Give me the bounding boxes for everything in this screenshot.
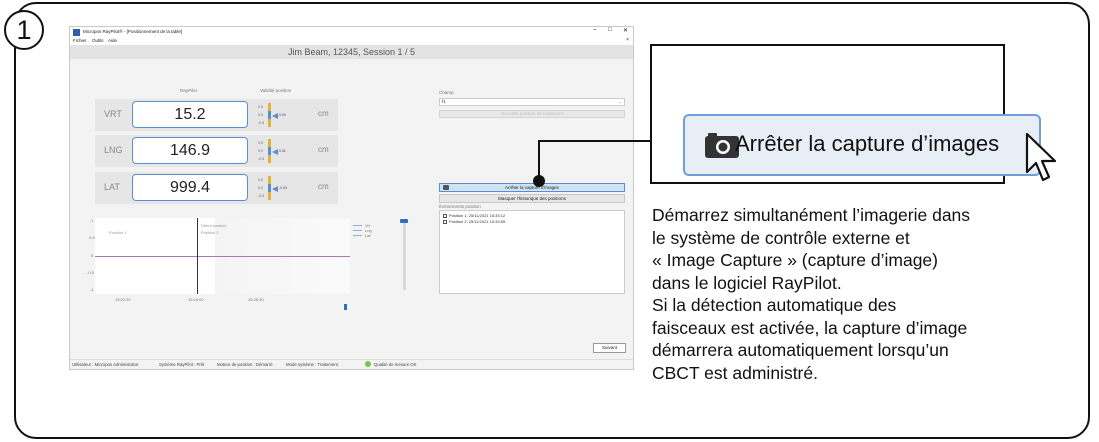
field-select[interactable]: f1 ⌄: [439, 98, 625, 106]
instruction-line: CBCT est administré.: [652, 362, 818, 383]
gauge-pointer-icon: [272, 186, 278, 192]
list-item[interactable]: Position 2: 25/11/2021 15:33:59: [443, 219, 505, 224]
menu-bar: Fichier Outils Aide ×: [70, 37, 633, 45]
step-number-badge: 1: [4, 10, 44, 50]
chart-time-cursor: [197, 218, 198, 294]
y-tick: -1: [90, 287, 94, 292]
position-row-lat: LAT 999.4 0.5 0.0 -0.5 -0.03 cm: [95, 172, 338, 204]
time-scroll-thumb[interactable]: [344, 304, 347, 310]
session-header: Jim Beam, 12345, Session 1 / 5: [70, 45, 633, 59]
stop-capture-label: Arrêter la capture d'images: [505, 185, 559, 190]
raypilot-column-header: RayPilot: [180, 88, 197, 93]
field-label: Champ: [439, 90, 454, 95]
stop-capture-button[interactable]: Arrêter la capture d'images: [439, 183, 625, 192]
status-user: Utilisateur : Micropos Administrator: [72, 362, 139, 367]
gauge-value: 0.01: [279, 149, 286, 153]
status-quality: Qualité de mesure OK: [374, 362, 417, 367]
zoom-slider-track[interactable]: [403, 222, 406, 290]
y-tick: 0.5: [89, 235, 95, 240]
instruction-line: Si la détection automatique des: [652, 295, 897, 315]
position-row-vrt: VRT 15.2 0.5 0.0 -0.5 0.00 cm: [95, 99, 338, 131]
status-motor: Moteur de position : Démarré: [217, 362, 273, 367]
gauge-bar: [268, 103, 271, 127]
events-label: Événements position: [439, 204, 481, 209]
validity-gauge: 0.5 0.0 -0.5 0.01: [258, 139, 304, 163]
instruction-line: démarrera automatiquement lorsqu’un: [652, 340, 949, 360]
status-mode: Mode système : Traitement: [286, 362, 338, 367]
gauge-ticks: 0.5 0.0 -0.5: [258, 105, 265, 125]
status-bar: Utilisateur : Micropos Administrator Sys…: [70, 359, 633, 369]
axis-label: LAT: [104, 182, 120, 192]
status-system: Système RayPilot : Prêt: [159, 362, 205, 367]
instruction-line: « Image Capture » (capture d’image): [652, 250, 938, 270]
chart-annotation-position1: Position 1: [109, 230, 127, 235]
title-bar: Micropos RayPilot® - [Positionnement de …: [70, 27, 633, 37]
events-list: Position 1: 25/11/2021 15:33:12 Position…: [439, 210, 625, 294]
new-position-button[interactable]: Nouvelle position de traitement: [439, 110, 625, 118]
gauge-value: 0.00: [279, 113, 286, 117]
menu-fichier[interactable]: Fichier: [73, 38, 87, 43]
camera-icon: [443, 185, 449, 190]
next-button[interactable]: Suivant: [593, 343, 626, 353]
instruction-line: faisceaux est activée, la capture d’imag…: [652, 317, 968, 338]
position-value-field: 15.2: [132, 101, 248, 128]
callout-connector-horizontal: [538, 140, 650, 142]
event-checkbox[interactable]: [443, 219, 447, 224]
unit-label: cm: [318, 109, 329, 118]
axis-label: VRT: [104, 109, 122, 119]
chart-annotation-position2: Position 2: [201, 230, 219, 235]
instruction-line: Démarrez simultanément l’imagerie dans: [652, 205, 971, 225]
menu-aide[interactable]: Aide: [108, 38, 117, 43]
y-tick: 0: [91, 253, 94, 258]
instruction-line: dans le logiciel RayPilot.: [652, 272, 842, 293]
chevron-down-icon: ⌄: [618, 99, 622, 104]
hide-history-button[interactable]: Masquer l'historique des positions: [439, 194, 625, 203]
window-title: Micropos RayPilot® - [Positionnement de …: [83, 29, 183, 34]
gauge-bar: [268, 139, 271, 163]
position-row-lng: LNG 146.9 0.5 0.0 -0.5 0.01 cm: [95, 135, 338, 167]
gauge-value: -0.03: [279, 186, 287, 190]
hand-cursor-icon: [1025, 132, 1057, 182]
zoomed-button-label: Arrêter la capture d’images: [735, 131, 1000, 156]
gauge-ticks: 0.5 0.0 -0.5: [258, 178, 265, 198]
position-value-field: 999.4: [132, 174, 248, 201]
x-tick: 15:24:00: [188, 297, 204, 302]
validity-column-header: Validité position: [260, 88, 292, 93]
position-history-chart: Position 1 Début position Position 2 1 0…: [87, 218, 350, 294]
gauge-bar: [268, 176, 271, 200]
validity-gauge: 0.5 0.0 -0.5 0.00: [258, 103, 304, 127]
zoomed-stop-capture-button[interactable]: Arrêter la capture d’images: [683, 114, 1041, 176]
validity-gauge: 0.5 0.0 -0.5 -0.03: [258, 176, 304, 200]
close-document-button[interactable]: ×: [626, 37, 629, 43]
gauge-pointer-icon: [272, 149, 278, 155]
x-tick: 15:25:30: [248, 297, 264, 302]
minimize-button[interactable]: –: [593, 27, 596, 33]
gauge-ticks: 0.5 0.0 -0.5: [258, 141, 265, 161]
x-tick: 15:22:30: [115, 297, 131, 302]
legend-lat: Lat: [353, 233, 372, 238]
quality-ok-icon: [365, 361, 371, 367]
chart-legend: Vrt Lng Lat: [353, 223, 372, 238]
raypilot-app-window: Micropos RayPilot® - [Positionnement de …: [69, 26, 634, 370]
menu-outils[interactable]: Outils: [92, 38, 104, 43]
instruction-text: Démarrez simultanément l’imagerie dans l…: [652, 204, 1062, 384]
event-checkbox[interactable]: [443, 213, 447, 218]
maximize-button[interactable]: □: [608, 27, 612, 33]
list-item[interactable]: Position 1: 25/11/2021 15:33:12: [443, 213, 505, 218]
axis-label: LNG: [104, 145, 123, 155]
app-icon: [73, 29, 80, 36]
position-value-field: 146.9: [132, 137, 248, 164]
unit-label: cm: [318, 182, 329, 191]
y-tick: 1: [91, 218, 94, 223]
unit-label: cm: [318, 145, 329, 154]
chart-series-line: [95, 256, 350, 257]
y-tick: -0.5: [87, 270, 94, 275]
zoom-slider-thumb[interactable]: [400, 219, 408, 223]
gauge-pointer-icon: [272, 113, 278, 119]
chart-annotation-top: Début position: [201, 223, 227, 228]
close-button[interactable]: ✕: [623, 27, 628, 34]
field-select-value: f1: [442, 99, 446, 104]
callout-anchor-dot: [533, 175, 545, 187]
instruction-line: le système de contrôle externe et: [652, 227, 910, 248]
